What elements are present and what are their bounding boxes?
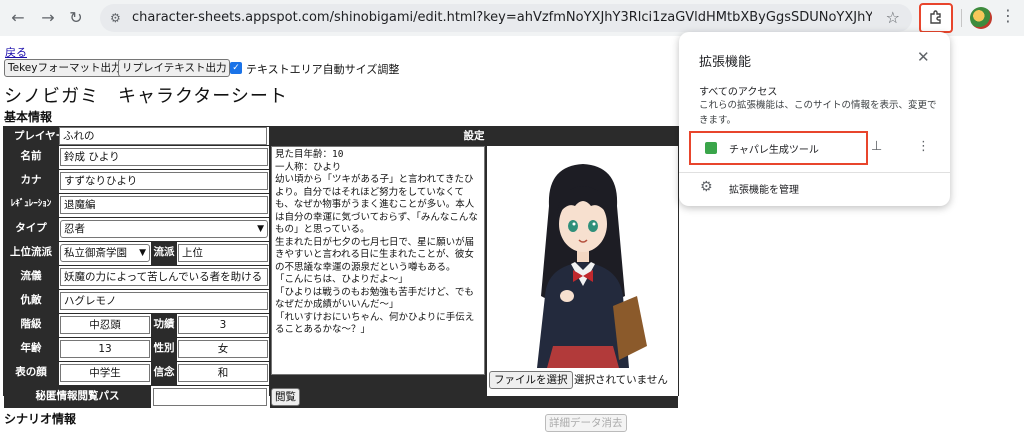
- auto-resize-label: テキストエリア自動サイズ調整: [246, 63, 400, 76]
- toolbar-separator: [961, 9, 962, 27]
- address-bar[interactable]: ⚙ character-sheets.appspot.com/shinobiga…: [100, 4, 912, 32]
- enemy-label: 仇敵: [4, 290, 58, 313]
- enemy-input[interactable]: ハグレモノ: [60, 292, 268, 310]
- popup-description: これらの拡張機能は、このサイトの情報を表示、変更できます。: [699, 100, 937, 126]
- settings-line: 見た目年齢：10: [275, 149, 344, 160]
- reload-icon[interactable]: ↻: [64, 6, 88, 30]
- popup-subtitle: すべてのアクセス: [699, 87, 778, 98]
- creed-label: 信念: [151, 362, 177, 385]
- name-input[interactable]: 鈴成 ひより: [60, 148, 268, 166]
- regulation-input[interactable]: 退魔編: [60, 196, 268, 214]
- back-link[interactable]: 戻る: [5, 44, 27, 60]
- face-label: 表の顔: [4, 362, 58, 385]
- age-input[interactable]: 13: [60, 340, 150, 358]
- regulation-label: ﾚｷﾞｭﾚｰｼｮﾝ: [4, 194, 58, 217]
- merit-input[interactable]: 3: [178, 316, 268, 334]
- gear-icon: ⚙: [700, 179, 713, 195]
- file-select-button[interactable]: ファイルを選択: [489, 371, 573, 389]
- section-scenario-heading: シナリオ情報: [4, 412, 77, 426]
- site-info-icon[interactable]: ⚙: [110, 10, 126, 26]
- kana-input[interactable]: すずなりひより: [60, 172, 268, 190]
- settings-line: 幼い頃から「ツキがある子」と言われてきたひより。自分ではそれほど努力をしていなく…: [275, 174, 478, 235]
- belief-input[interactable]: 妖魔の力によって苦しんでいる者を助ける: [60, 268, 268, 286]
- face-input[interactable]: 中学生: [60, 364, 150, 382]
- settings-line: 「ひよりは戦うのもお勉強も苦手だけど、でもなぜだか成績がいいんだ～」: [275, 286, 474, 311]
- page-title: シノビガミ キャラクターシート: [4, 86, 288, 107]
- pin-icon[interactable]: ⊥: [871, 139, 882, 154]
- settings-textarea[interactable]: 見た目年齢：10 一人称：ひより 幼い頃から「ツキがある子」と言われてきたひより…: [271, 146, 485, 375]
- close-icon[interactable]: ✕: [917, 48, 930, 66]
- tekey-export-button[interactable]: Tekeyフォーマット出力: [4, 59, 126, 77]
- extension-name[interactable]: チャパレ生成ツール: [729, 141, 819, 156]
- merit-label: 功績: [151, 314, 177, 337]
- upper-school-select[interactable]: 私立御斎学園 ▼: [60, 244, 150, 262]
- kana-label: カナ: [4, 170, 58, 193]
- page-content: 戻る Tekeyフォーマット出力 リプレイテキスト出力 ✓ テキストエリア自動サ…: [0, 36, 680, 432]
- puzzle-icon: [930, 10, 941, 24]
- extensions-popup: 拡張機能 ✕ すべてのアクセス これらの拡張機能は、このサイトの情報を表示、変更…: [679, 32, 950, 206]
- type-select[interactable]: 忍者 ▼: [60, 220, 268, 238]
- secret-pass-label: 秘匿情報閲覧パス: [4, 386, 151, 408]
- auto-resize-checkbox[interactable]: ✓: [230, 62, 242, 74]
- gender-label: 性別: [151, 338, 177, 361]
- bookmark-star-icon[interactable]: ☆: [886, 8, 900, 27]
- age-label: 年齢: [4, 338, 58, 361]
- school-input[interactable]: 上位: [178, 244, 268, 262]
- rank-input[interactable]: 中忍頭: [60, 316, 150, 334]
- type-label: タイプ: [4, 218, 58, 241]
- back-arrow-icon[interactable]: ←: [6, 6, 30, 30]
- portrait-cell: [487, 146, 678, 396]
- belief-label: 流儀: [4, 266, 58, 289]
- secret-pass-input[interactable]: [153, 388, 267, 406]
- chevron-down-icon: ▼: [139, 248, 146, 258]
- url-text[interactable]: character-sheets.appspot.com/shinobigami…: [132, 10, 872, 25]
- browser-toolbar: ← → ↻ ⚙ character-sheets.appspot.com/shi…: [0, 0, 1024, 36]
- character-portrait: [537, 164, 647, 368]
- section-basic-heading: 基本情報: [4, 110, 53, 124]
- extensions-button[interactable]: [919, 3, 953, 33]
- rank-label: 階級: [4, 314, 58, 337]
- upper-school-value: 私立御斎学園: [64, 247, 127, 259]
- delete-detail-button[interactable]: 詳細データ消去: [545, 414, 627, 432]
- browser-menu-icon[interactable]: ⋮: [1000, 6, 1016, 25]
- forward-arrow-icon[interactable]: →: [36, 6, 60, 30]
- school-label: 流派: [151, 242, 177, 265]
- name-label: 名前: [4, 146, 58, 169]
- popup-title: 拡張機能: [699, 55, 752, 70]
- settings-line: 「れいすけおにいちゃん、何かひよりに手伝えることあるかな～？」: [275, 311, 475, 336]
- extension-item[interactable]: チャパレ生成ツール ⊥ ⋮: [689, 131, 939, 165]
- settings-line: 一人称：ひより: [275, 161, 342, 173]
- upper-school-label: 上位流派: [4, 242, 58, 265]
- more-options-icon[interactable]: ⋮: [917, 139, 930, 154]
- creed-input[interactable]: 和: [178, 364, 268, 382]
- gender-input[interactable]: 女: [178, 340, 268, 358]
- view-button[interactable]: 閲覧: [271, 388, 300, 406]
- settings-line: 生まれた日が七夕の七月七日で、星に願いが届きやすいと言われる日に生まれたことが、…: [275, 236, 475, 273]
- chevron-down-icon: ▼: [257, 224, 264, 234]
- settings-line: 「こんにちは、ひよりだよ～」: [275, 274, 408, 285]
- player-input[interactable]: ふれの: [59, 127, 267, 145]
- settings-header: 設定: [270, 127, 678, 145]
- file-status-text: 選択されていません: [574, 374, 668, 386]
- extension-icon: [705, 142, 717, 154]
- type-value: 忍者: [64, 223, 85, 235]
- character-table: プレイヤー ふれの 設定 名前 鈴成 ひより カナ すずなりひより ﾚｷﾞｭﾚｰ…: [3, 126, 679, 432]
- profile-avatar[interactable]: [970, 7, 992, 29]
- popup-divider: [679, 172, 950, 173]
- manage-extensions-link[interactable]: 拡張機能を管理: [729, 181, 799, 196]
- replay-export-button[interactable]: リプレイテキスト出力: [118, 59, 231, 77]
